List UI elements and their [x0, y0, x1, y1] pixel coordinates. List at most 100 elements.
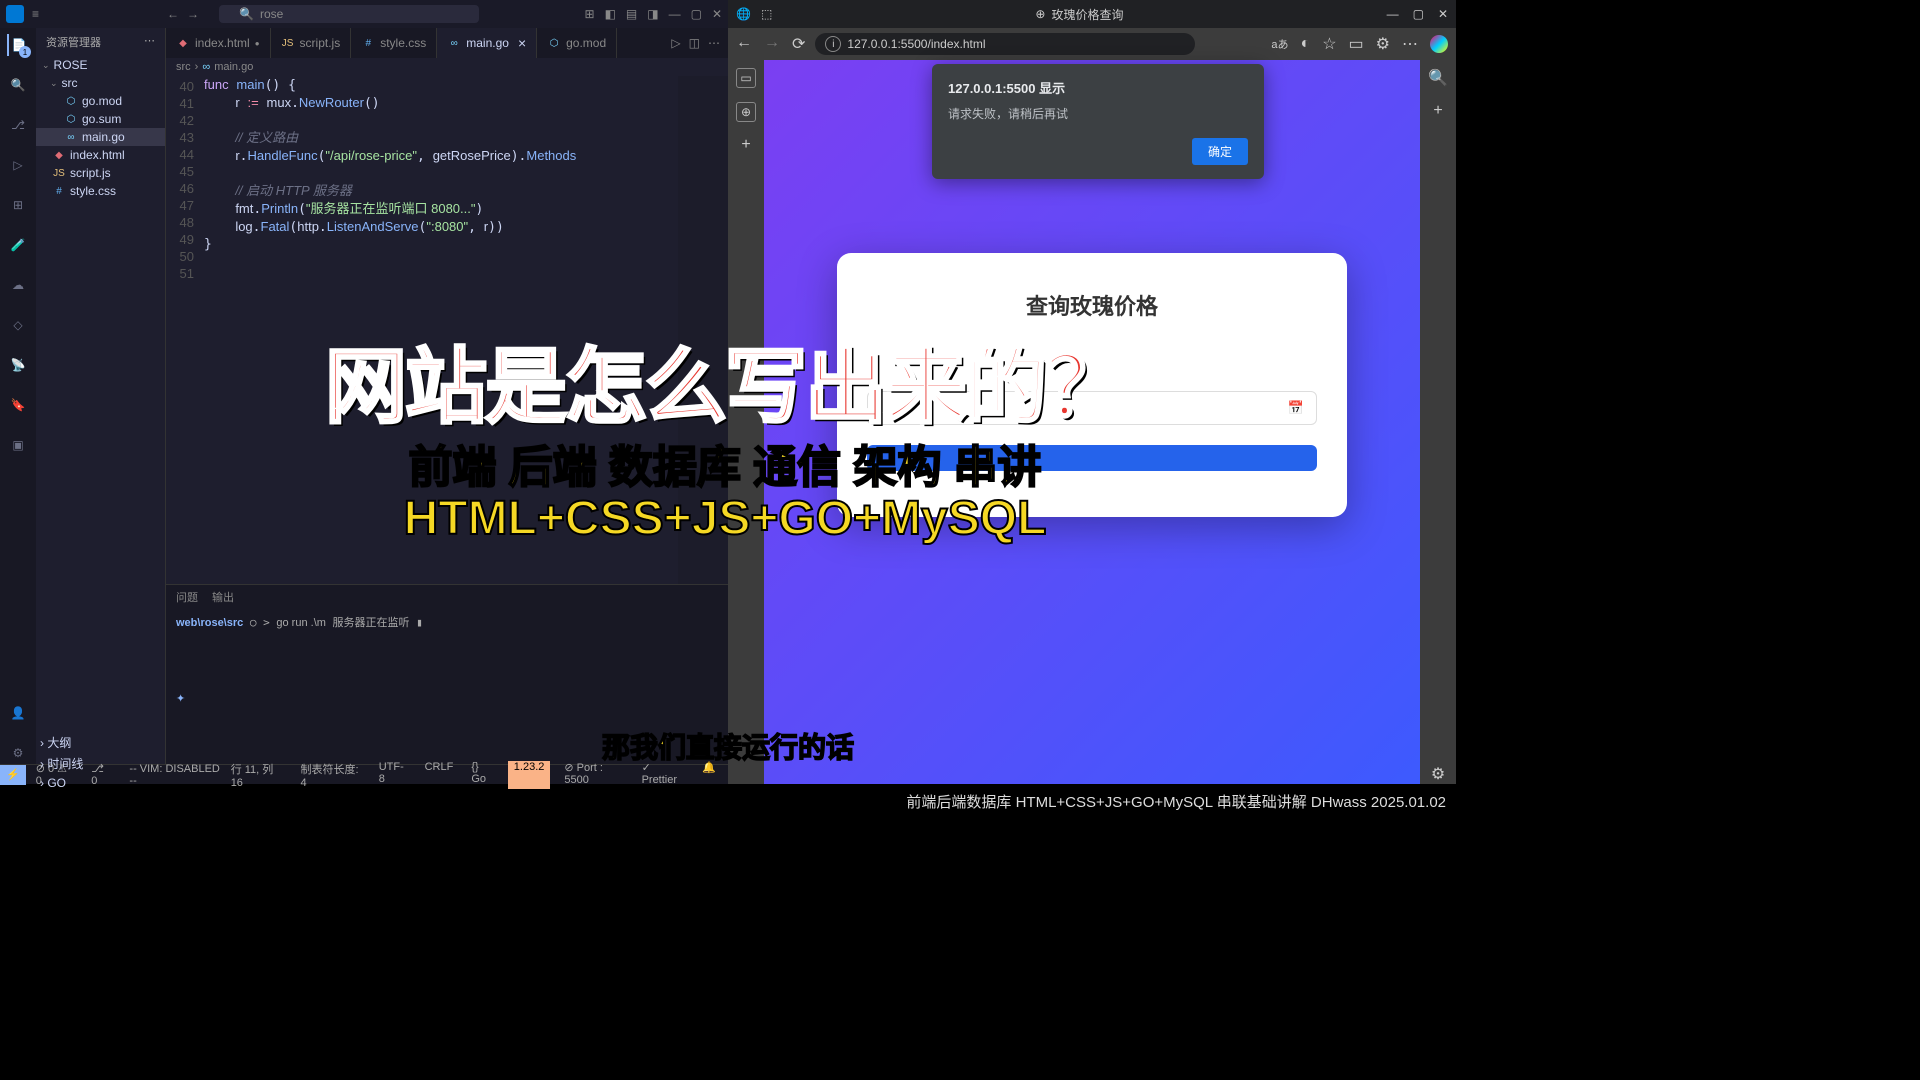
panel-right-icon[interactable]: ◨	[647, 7, 658, 21]
browser-left-sidebar: ▭ ⊕ +	[728, 60, 764, 784]
layout-icon[interactable]: ⊞	[585, 7, 595, 21]
copilot-icon[interactable]	[1430, 35, 1448, 53]
sidebar-more-icon[interactable]: ⋯	[144, 34, 155, 50]
extensions-icon[interactable]: ⊞	[7, 194, 29, 216]
tab-close-icon[interactable]: ×	[518, 35, 526, 51]
activity-bar: 📄1 🔍 ⎇ ▷ ⊞ 🧪 ☁ ◇ 📡 🔖 ▣ 👤 ⚙	[0, 28, 36, 764]
br-search-icon[interactable]: 🔍	[1428, 68, 1448, 88]
explorer-icon[interactable]: 📄1	[7, 34, 29, 56]
minimize-icon[interactable]: —	[669, 7, 681, 21]
remote-button[interactable]: ⚡	[0, 765, 26, 785]
minimap[interactable]	[678, 76, 728, 584]
calendar-icon[interactable]: 📅	[1288, 400, 1304, 416]
breadcrumb[interactable]: src › ∞ main.go	[166, 58, 728, 76]
tree-file-indexhtml[interactable]: ◆index.html	[36, 146, 165, 164]
tab-action-icon[interactable]: ▭	[736, 68, 756, 88]
split-icon[interactable]: ◫	[689, 36, 700, 50]
ext-icon[interactable]: ⚙	[1376, 34, 1390, 54]
browser-right-sidebar: 🔍 + ⚙	[1420, 60, 1456, 784]
remote-icon[interactable]: ☁	[7, 274, 29, 296]
tree-folder-src[interactable]: ⌄src	[36, 74, 165, 92]
alert-ok-button[interactable]: 确定	[1192, 138, 1248, 165]
vscode-titlebar: ≡ ← → 🔍 rose ⊞ ◧ ▤ ◨ — ▢ ✕	[0, 0, 728, 28]
term-tab-problems[interactable]: 问题	[176, 589, 198, 605]
browser-title: 玫瑰价格查询	[1051, 6, 1123, 23]
url-bar[interactable]: i 127.0.0.1:5500/index.html	[815, 33, 1195, 55]
command-search[interactable]: 🔍 rose	[219, 5, 479, 23]
sidebar: 资源管理器 ⋯ ⌄ROSE ⌄src ⬡go.mod ⬡go.sum ∞main…	[36, 28, 166, 764]
debug-icon[interactable]: ▷	[7, 154, 29, 176]
bookmark-icon[interactable]: 🔖	[7, 394, 29, 416]
tab-indexhtml[interactable]: ◆index.html●	[166, 28, 271, 58]
workspace-icon[interactable]: ⬚	[761, 7, 772, 21]
tracker-icon[interactable]: ◐	[1301, 35, 1311, 53]
br-add-icon[interactable]: +	[1433, 102, 1442, 120]
sb-cursor[interactable]: 行 11, 列 16	[227, 761, 287, 789]
br-forward-icon[interactable]: →	[764, 34, 780, 54]
new-tab-icon[interactable]: +	[741, 136, 750, 154]
outline-daguan[interactable]: › 大纲	[40, 732, 164, 753]
site-info-icon[interactable]: i	[825, 36, 841, 52]
sb-lang[interactable]: {} Go	[467, 761, 497, 789]
vertical-tab-icon[interactable]: ⊕	[736, 102, 756, 122]
sb-tabsize[interactable]: 制表符长度: 4	[297, 761, 365, 789]
outline-timeline[interactable]: › 时间线	[40, 753, 164, 764]
tree-file-gomod[interactable]: ⬡go.mod	[36, 92, 165, 110]
tab-scriptjs[interactable]: JSscript.js	[271, 28, 352, 58]
test-icon[interactable]: 🧪	[7, 234, 29, 256]
sb-encoding[interactable]: UTF-8	[375, 761, 411, 789]
card-heading: 查询玫瑰价格	[867, 289, 1317, 321]
settings-icon[interactable]: ⚙	[7, 742, 29, 764]
nav-arrows: ← →	[167, 7, 199, 21]
account-icon[interactable]: 👤	[7, 702, 29, 724]
back-icon[interactable]: ←	[167, 7, 179, 21]
url-text: 127.0.0.1:5500/index.html	[847, 37, 985, 51]
translate-icon[interactable]: aあ	[1271, 36, 1288, 52]
db-icon[interactable]: ◇	[7, 314, 29, 336]
favorite-icon[interactable]: ☆	[1322, 34, 1336, 54]
tree-file-stylecss[interactable]: #style.css	[36, 182, 165, 200]
live-icon[interactable]: 📡	[7, 354, 29, 376]
more-icon[interactable]: ⋯	[1402, 34, 1418, 54]
tab-more-icon[interactable]: ⋯	[708, 36, 720, 50]
vscode-window: ≡ ← → 🔍 rose ⊞ ◧ ▤ ◨ — ▢ ✕ 📄1 🔍	[0, 0, 728, 784]
tree-file-scriptjs[interactable]: JSscript.js	[36, 164, 165, 182]
br-close-icon[interactable]: ✕	[1438, 7, 1448, 21]
br-refresh-icon[interactable]: ⟳	[792, 34, 805, 54]
alert-message: 请求失败，请稍后再试	[948, 105, 1248, 122]
br-back-icon[interactable]: ←	[736, 34, 752, 54]
date-input[interactable]: 📅	[867, 391, 1317, 425]
tab-stylecss[interactable]: #style.css	[351, 28, 437, 58]
sb-eol[interactable]: CRLF	[421, 761, 458, 789]
code-content[interactable]: func main() { r := mux.NewRouter() // 定义…	[204, 76, 728, 584]
tab-maingo[interactable]: ∞main.go×	[437, 28, 537, 58]
br-minimize-icon[interactable]: —	[1387, 7, 1399, 21]
search-activity-icon[interactable]: 🔍	[7, 74, 29, 96]
query-card: 查询玫瑰价格 📅	[837, 253, 1347, 517]
docker-icon[interactable]: ▣	[7, 434, 29, 456]
close-icon[interactable]: ✕	[712, 7, 722, 21]
br-settings-icon[interactable]: ⚙	[1431, 764, 1445, 784]
sb-gover[interactable]: 1.23.2	[508, 761, 551, 789]
panel-bottom-icon[interactable]: ▤	[626, 7, 637, 21]
tree-project[interactable]: ⌄ROSE	[36, 56, 165, 74]
editor-tabs: ◆index.html● JSscript.js #style.css ∞mai…	[166, 28, 728, 58]
br-maximize-icon[interactable]: ▢	[1413, 7, 1424, 21]
read-icon[interactable]: ▭	[1349, 34, 1364, 54]
tree-file-maingo[interactable]: ∞main.go	[36, 128, 165, 146]
page-content: 127.0.0.1:5500 显示 请求失败，请稍后再试 确定 查询玫瑰价格 📅	[764, 60, 1420, 784]
tab-gomod[interactable]: ⬡go.mod	[537, 28, 617, 58]
search-text: rose	[260, 7, 283, 21]
terminal-body[interactable]: web\rose\src ○ > go run .\m 服务器正在监听 ▮ ✦	[166, 609, 728, 713]
menu-icon[interactable]: ≡	[32, 7, 39, 21]
code-editor[interactable]: 404142434445464748495051 func main() { r…	[166, 76, 728, 584]
scm-icon[interactable]: ⎇	[7, 114, 29, 136]
run-icon[interactable]: ▷	[671, 36, 680, 50]
panel-left-icon[interactable]: ◧	[605, 7, 616, 21]
term-tab-output[interactable]: 输出	[212, 589, 234, 605]
maximize-icon[interactable]: ▢	[691, 7, 702, 21]
forward-icon[interactable]: →	[187, 7, 199, 21]
tree-file-gosum[interactable]: ⬡go.sum	[36, 110, 165, 128]
vscode-logo-icon	[6, 5, 24, 23]
query-button[interactable]	[867, 445, 1317, 471]
